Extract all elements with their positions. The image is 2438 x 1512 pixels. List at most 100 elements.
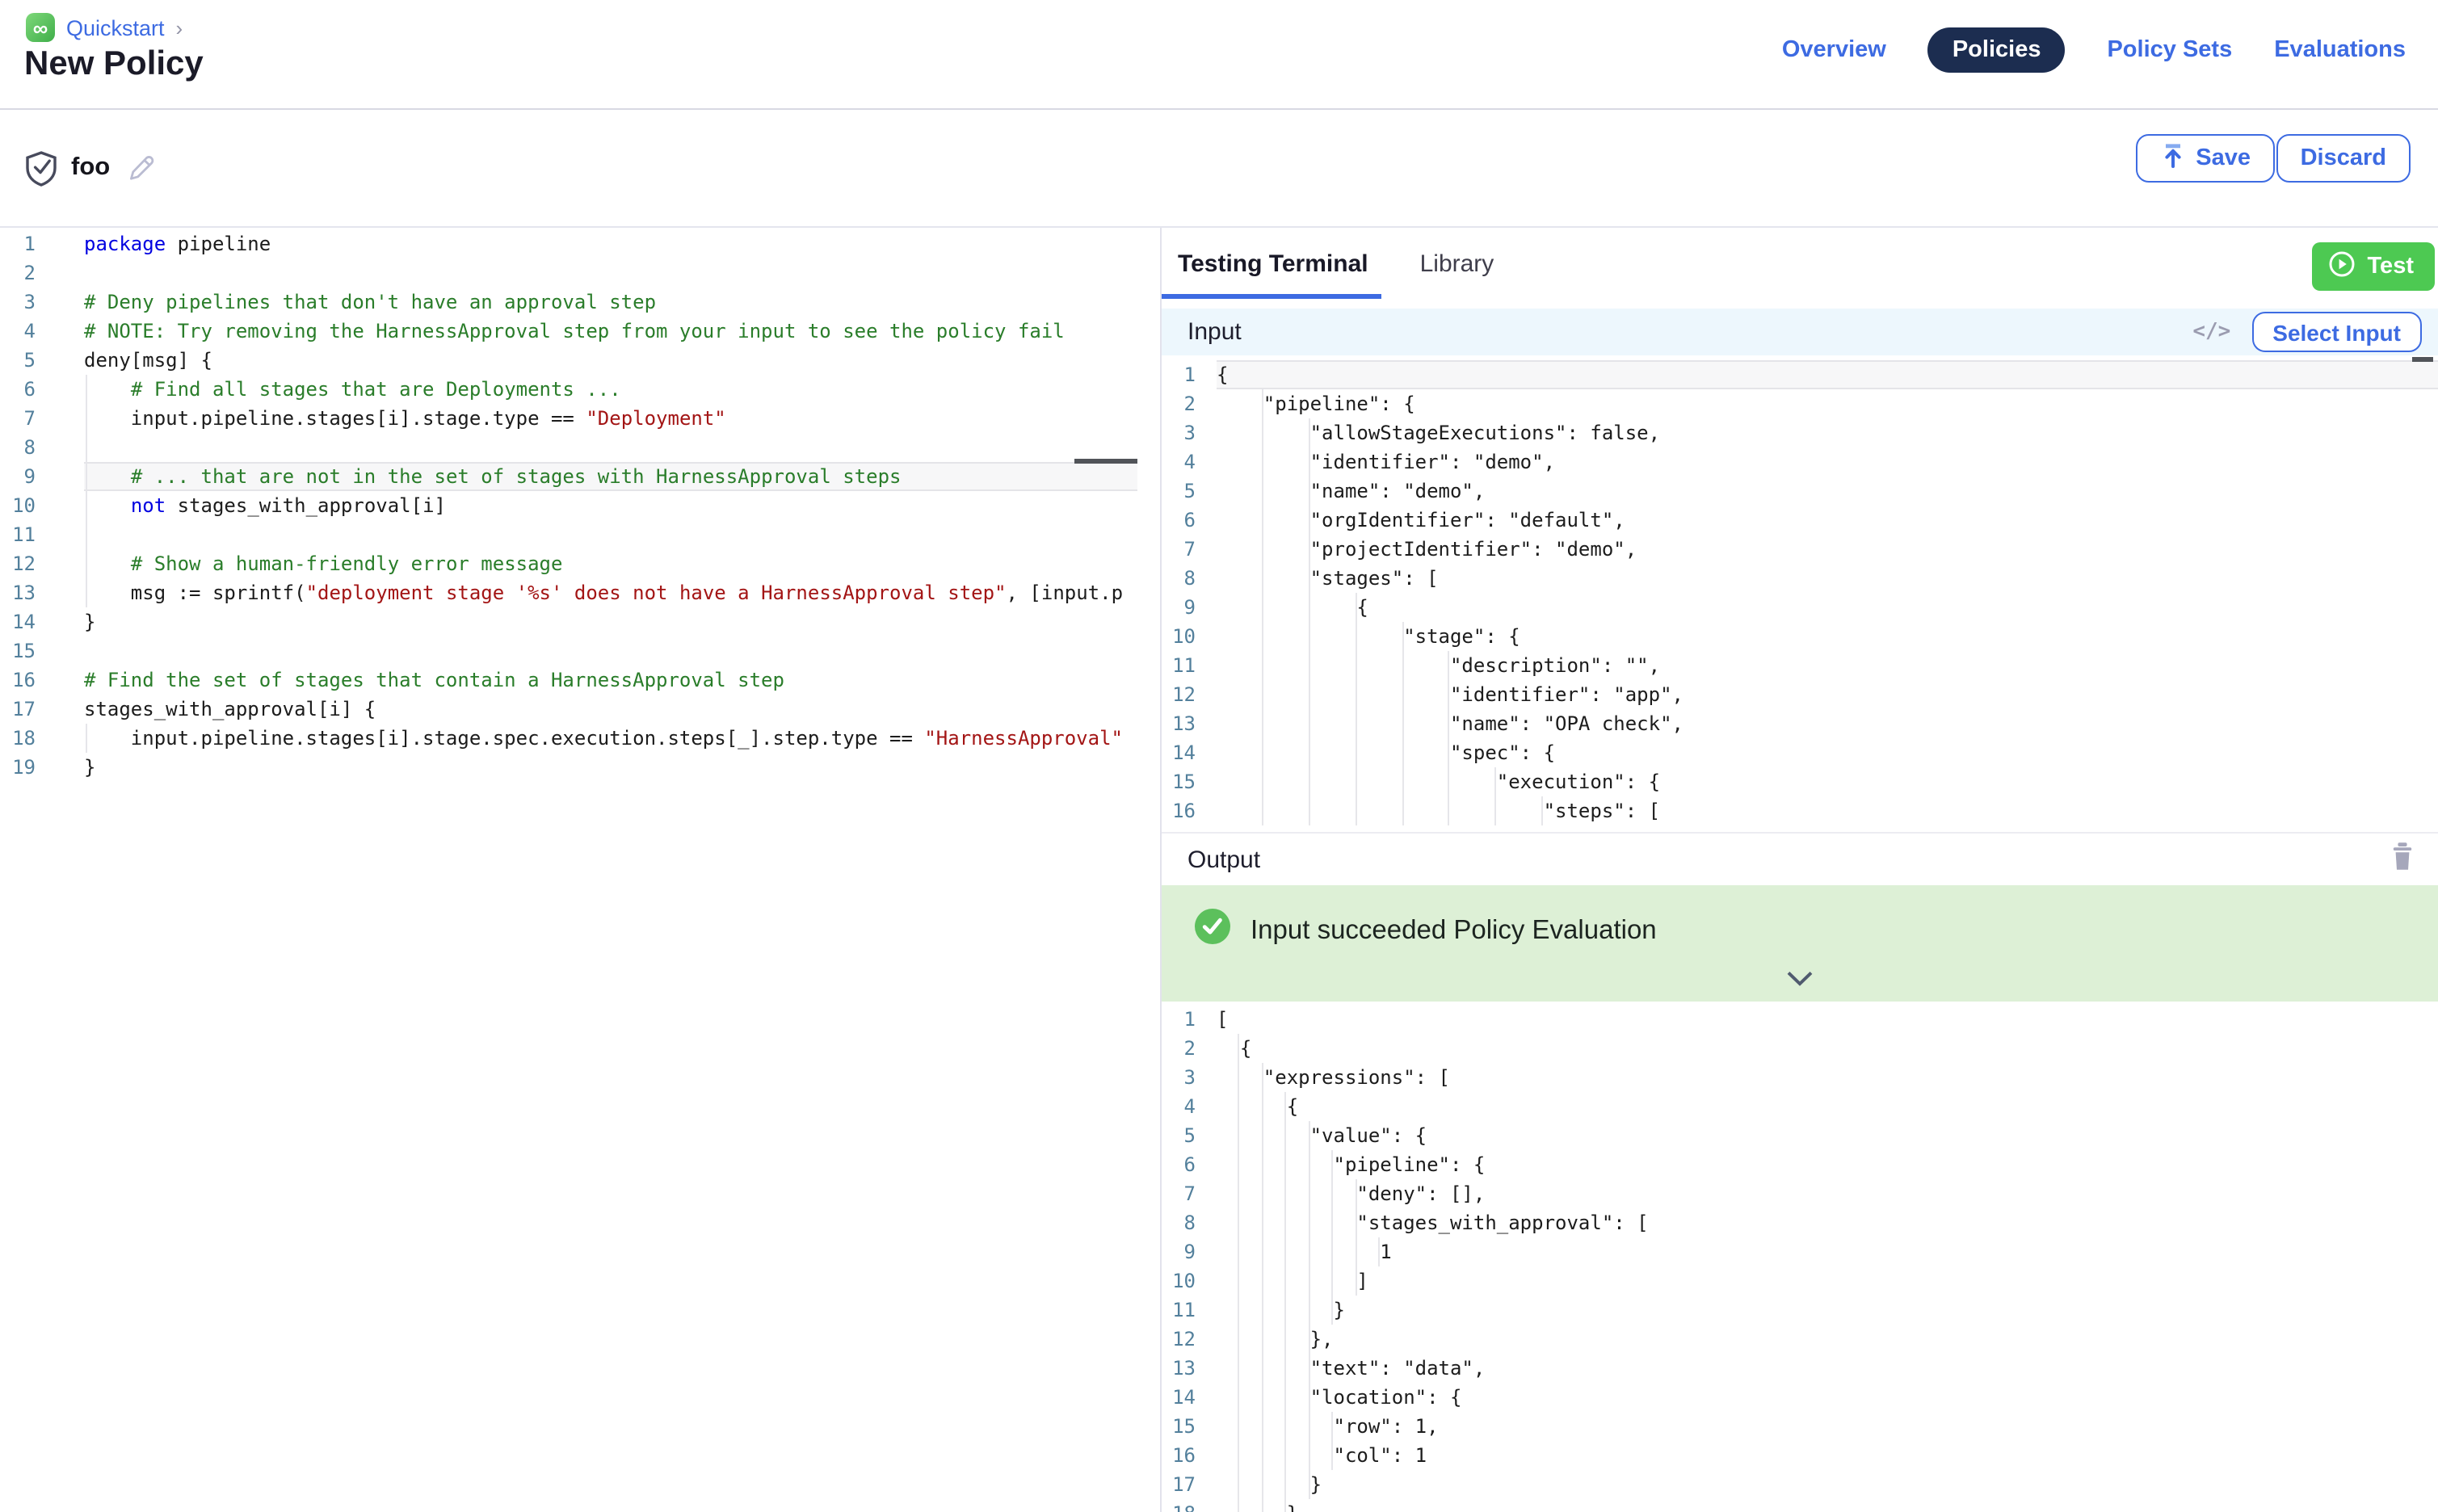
chevron-down-icon[interactable] <box>1786 966 1814 995</box>
line-number: 8 <box>1162 1208 1196 1237</box>
code-line: 18 input.pipeline.stages[i].stage.spec.e… <box>0 724 1160 753</box>
code-line: 14} <box>0 607 1160 636</box>
code-line: 18 } <box>1162 1499 2438 1512</box>
line-number: 13 <box>0 578 36 607</box>
code-line: 6 "orgIdentifier": "default", <box>1162 506 2438 535</box>
evaluation-result-message: Input succeeded Policy Evaluation <box>1251 915 1657 946</box>
line-number: 4 <box>1162 447 1196 477</box>
overview-ruler-mark <box>2412 357 2433 362</box>
input-title: Input <box>1187 318 1242 346</box>
nav-item-policy-sets[interactable]: Policy Sets <box>2107 27 2232 73</box>
select-input-label: Select Input <box>2272 319 2401 345</box>
select-input-button[interactable]: Select Input <box>2251 312 2422 352</box>
line-number: 17 <box>1162 1470 1196 1499</box>
check-circle-icon <box>1194 908 1231 953</box>
code-line: 1{ <box>1162 360 2438 389</box>
test-label: Test <box>2368 254 2415 279</box>
code-line: 13 msg := sprintf("deployment stage '%s'… <box>0 578 1160 607</box>
line-number: 11 <box>1162 651 1196 680</box>
code-line: 3 "allowStageExecutions": false, <box>1162 418 2438 447</box>
code-line: 5deny[msg] { <box>0 346 1160 375</box>
line-number: 9 <box>1162 593 1196 622</box>
line-number: 5 <box>1162 477 1196 506</box>
line-number: 15 <box>1162 767 1196 796</box>
code-line: 5 "name": "demo", <box>1162 477 2438 506</box>
test-button[interactable]: Test <box>2313 242 2436 291</box>
overview-ruler-mark <box>1074 459 1137 464</box>
policy-name: foo <box>71 153 110 183</box>
line-number: 12 <box>0 549 36 578</box>
breadcrumb-project-link[interactable]: Quickstart <box>66 15 165 40</box>
code-line: 8 "stages": [ <box>1162 564 2438 593</box>
line-number: 9 <box>0 462 36 491</box>
code-line: 16 "col": 1 <box>1162 1441 2438 1470</box>
code-line: 11 <box>0 520 1160 549</box>
code-line: 5 "value": { <box>1162 1121 2438 1150</box>
page-header: ∞ Quickstart › New Policy Overview Polici… <box>0 0 2438 110</box>
output-section-header: Output <box>1162 832 2438 885</box>
line-number: 18 <box>0 724 36 753</box>
line-number: 4 <box>1162 1092 1196 1121</box>
code-line: 1package pipeline <box>0 229 1160 258</box>
save-button[interactable]: Save <box>2136 134 2275 183</box>
code-line: 16# Find the set of stages that contain … <box>0 666 1160 695</box>
tab-testing-terminal[interactable]: Testing Terminal <box>1162 228 1381 299</box>
code-line: 13 "name": "OPA check", <box>1162 709 2438 738</box>
line-number: 7 <box>1162 1179 1196 1208</box>
code-line: 17stages_with_approval[i] { <box>0 695 1160 724</box>
line-number: 16 <box>0 666 36 695</box>
harness-logo-icon: ∞ <box>26 13 55 42</box>
code-brackets-icon[interactable]: </> <box>2192 320 2230 344</box>
code-line: 15 "execution": { <box>1162 767 2438 796</box>
code-line: 12 "identifier": "app", <box>1162 680 2438 709</box>
output-json-view: 1[2 {3 "expressions": [4 {5 "value": {6 … <box>1162 1002 2438 1512</box>
line-number: 11 <box>0 520 36 549</box>
line-number: 16 <box>1162 796 1196 825</box>
line-number: 1 <box>1162 1005 1196 1034</box>
edit-pencil-icon[interactable] <box>123 150 155 191</box>
input-json-editor[interactable]: 1{2 "pipeline": {3 "allowStageExecutions… <box>1162 355 2438 832</box>
code-line: 4 "identifier": "demo", <box>1162 447 2438 477</box>
line-number: 6 <box>1162 1150 1196 1179</box>
trash-icon[interactable] <box>2390 841 2415 878</box>
chevron-right-icon: › <box>176 15 183 40</box>
line-number: 10 <box>1162 1266 1196 1296</box>
testing-panel: Testing Terminal Library Test Input </> S… <box>1162 228 2438 1512</box>
breadcrumb: ∞ Quickstart › <box>26 13 183 42</box>
policy-editor-page: ∞ Quickstart › New Policy Overview Polici… <box>0 0 2438 1512</box>
discard-button[interactable]: Discard <box>2276 134 2411 183</box>
page-title: New Policy <box>24 45 204 84</box>
save-label: Save <box>2196 145 2251 171</box>
code-line: 9 # ... that are not in the set of stage… <box>0 462 1160 491</box>
line-number: 15 <box>0 636 36 666</box>
line-number: 16 <box>1162 1441 1196 1470</box>
code-line: 4 { <box>1162 1092 2438 1121</box>
code-line: 8 "stages_with_approval": [ <box>1162 1208 2438 1237</box>
code-line: 4# NOTE: Try removing the HarnessApprova… <box>0 317 1160 346</box>
output-title: Output <box>1187 846 1260 873</box>
nav-item-policies[interactable]: Policies <box>1928 27 2066 73</box>
code-line: 15 <box>0 636 1160 666</box>
code-line: 6 "pipeline": { <box>1162 1150 2438 1179</box>
code-line: 14 "location": { <box>1162 1383 2438 1412</box>
code-line: 3 "expressions": [ <box>1162 1063 2438 1092</box>
tab-library[interactable]: Library <box>1420 228 1494 299</box>
line-number: 18 <box>1162 1499 1196 1512</box>
line-number: 15 <box>1162 1412 1196 1441</box>
content-split: 1package pipeline23# Deny pipelines that… <box>0 228 2438 1512</box>
line-number: 8 <box>0 433 36 462</box>
nav-item-evaluations[interactable]: Evaluations <box>2274 27 2406 73</box>
code-line: 13 "text": "data", <box>1162 1354 2438 1383</box>
line-number: 14 <box>1162 1383 1196 1412</box>
code-line: 7 "deny": [], <box>1162 1179 2438 1208</box>
policy-code-editor[interactable]: 1package pipeline23# Deny pipelines that… <box>0 228 1162 1512</box>
evaluation-result-banner: Input succeeded Policy Evaluation <box>1162 885 2438 1002</box>
line-number: 12 <box>1162 1325 1196 1354</box>
code-line: 10 ] <box>1162 1266 2438 1296</box>
panel-tabs: Testing Terminal Library <box>1162 228 2438 299</box>
code-line: 14 "spec": { <box>1162 738 2438 767</box>
code-line: 7 "projectIdentifier": "demo", <box>1162 535 2438 564</box>
line-number: 6 <box>0 375 36 404</box>
nav-item-overview[interactable]: Overview <box>1782 27 1886 73</box>
line-number: 13 <box>1162 1354 1196 1383</box>
